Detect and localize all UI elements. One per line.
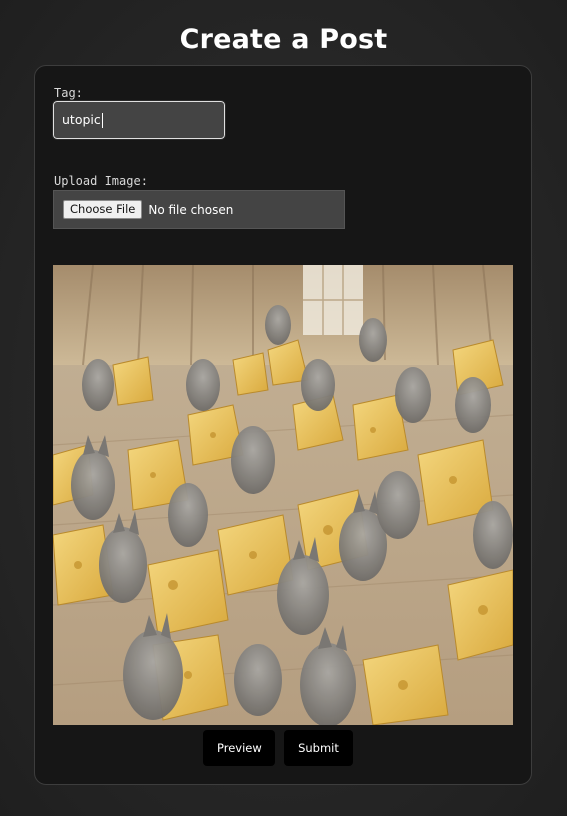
text-caret xyxy=(101,113,103,128)
file-status-text: No file chosen xyxy=(148,202,234,217)
image-preview-icon xyxy=(53,265,513,725)
file-upload-input[interactable]: Choose File No file chosen xyxy=(53,190,345,229)
preview-button[interactable]: Preview xyxy=(203,730,275,766)
action-buttons: Preview Submit xyxy=(203,730,353,766)
choose-file-button[interactable]: Choose File xyxy=(63,200,143,219)
tag-label: Tag: xyxy=(54,86,83,100)
page-title: Create a Post xyxy=(179,24,388,55)
tag-input[interactable]: utopic xyxy=(52,100,226,140)
image-preview xyxy=(53,265,513,725)
submit-button[interactable]: Submit xyxy=(284,730,353,766)
tag-input-value: utopic xyxy=(62,112,101,127)
create-post-card: Tag: utopic Upload Image: Choose File No… xyxy=(34,65,532,785)
upload-image-label: Upload Image: xyxy=(54,174,148,188)
